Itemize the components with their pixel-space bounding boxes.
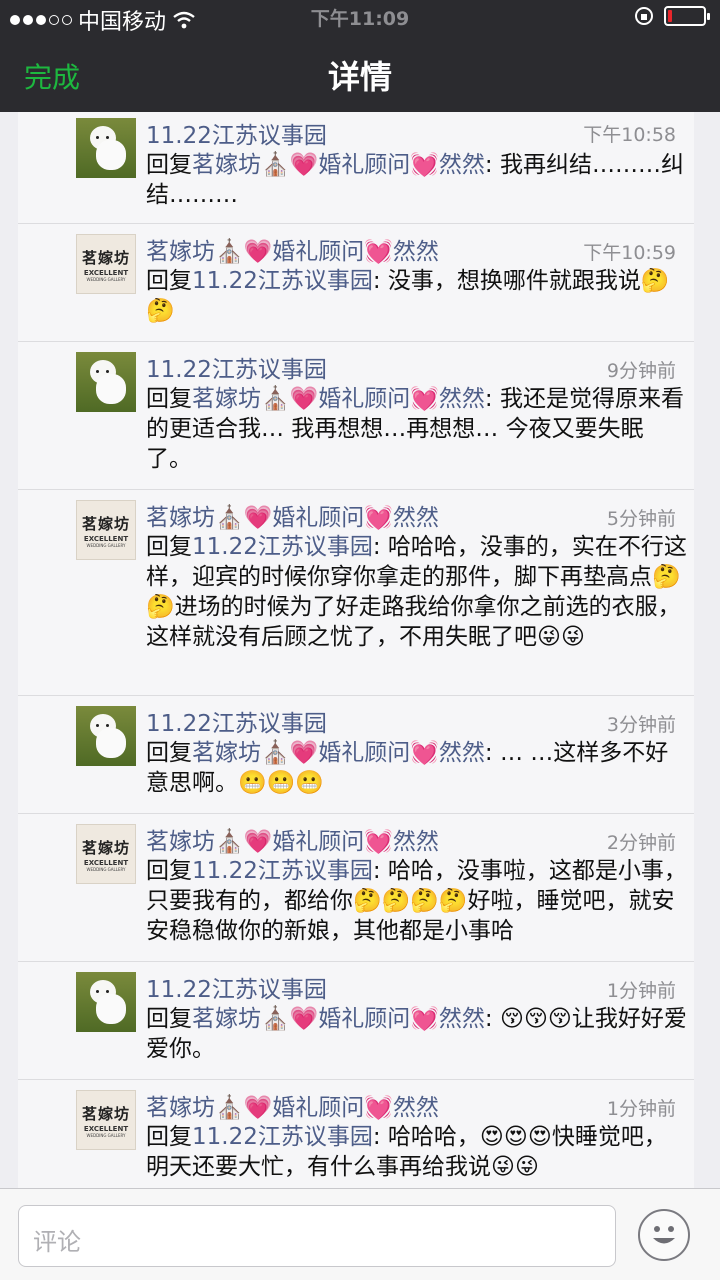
comment-time: 1分钟前 — [606, 1098, 676, 1120]
comment-item: 11.22江苏议事园 9分钟前 回复茗嫁坊⛪💗婚礼顾问💓然然: 我还是觉得原来看… — [18, 342, 694, 490]
comment-input[interactable]: 评论 — [18, 1205, 616, 1267]
comment-text: 回复茗嫁坊⛪💗婚礼顾问💓然然: … …这样多不好意思啊。😬😬😬 — [146, 740, 669, 796]
comment-input-bar: 评论 — [0, 1188, 720, 1280]
commenter-name[interactable]: 茗嫁坊⛪💗婚礼顾问💓然然 — [146, 1088, 439, 1122]
top-bar: 中国移动 下午11:09 完成 详情 — [0, 0, 720, 112]
page-title: 详情 — [327, 58, 392, 96]
comment-item: 茗嫁坊 EXCELLENT WEDDING GALLERY 茗嫁坊⛪💗婚礼顾问💓然然… — [18, 224, 694, 342]
comment-item: 11.22江苏议事园 1分钟前 回复茗嫁坊⛪💗婚礼顾问💓然然: 😚😚😚让我好好爱… — [18, 962, 694, 1080]
reply-target[interactable]: 11.22江苏议事园 — [192, 534, 373, 560]
commenter-name[interactable]: 茗嫁坊⛪💗婚礼顾问💓然然 — [146, 498, 439, 532]
mingjiafang-logo-avatar[interactable]: 茗嫁坊 EXCELLENT WEDDING GALLERY — [76, 1090, 136, 1150]
comment-text: 回复茗嫁坊⛪💗婚礼顾问💓然然: 😚😚😚让我好好爱爱你。 — [146, 1006, 687, 1062]
poodle-avatar[interactable] — [76, 352, 136, 412]
comment-time: 1分钟前 — [606, 980, 676, 1002]
comment-time: 3分钟前 — [606, 714, 676, 736]
comment-text: 回复11.22江苏议事园: 哈哈，没事啦，这都是小事，只要我有的，都给你🤔🤔🤔🤔… — [146, 858, 687, 944]
reply-target[interactable]: 11.22江苏议事园 — [192, 1124, 373, 1150]
reply-target[interactable]: 茗嫁坊⛪💗婚礼顾问💓然然 — [192, 740, 485, 766]
comment-time: 2分钟前 — [606, 832, 676, 854]
commenter-name[interactable]: 11.22江苏议事园 — [146, 970, 327, 1004]
comment-text: 回复11.22江苏议事园: 没事，想换哪件就跟我说🤔🤔 — [146, 268, 670, 324]
poodle-avatar[interactable] — [76, 706, 136, 766]
comment-item: 茗嫁坊 EXCELLENT WEDDING GALLERY 茗嫁坊⛪💗婚礼顾问💓然然… — [18, 1080, 694, 1188]
comment-text: 回复11.22江苏议事园: 哈哈哈，没事的，实在不行这样，迎宾的时候你穿你拿走的… — [146, 534, 687, 650]
comment-text: 回复茗嫁坊⛪💗婚礼顾问💓然然: 我还是觉得原来看的更适合我… 我再想想…再想想…… — [146, 386, 684, 472]
mingjiafang-logo-avatar[interactable]: 茗嫁坊 EXCELLENT WEDDING GALLERY — [76, 500, 136, 560]
reply-target[interactable]: 11.22江苏议事园 — [192, 268, 373, 294]
comment-time: 5分钟前 — [606, 508, 676, 530]
poodle-avatar[interactable] — [76, 118, 136, 178]
nav-bar: 完成 详情 — [0, 36, 720, 112]
reply-target[interactable]: 茗嫁坊⛪💗婚礼顾问💓然然 — [192, 1006, 485, 1032]
battery-icon — [664, 6, 710, 26]
battery-level — [668, 10, 672, 22]
emoji-button[interactable] — [638, 1209, 690, 1261]
orientation-lock-icon — [635, 7, 653, 25]
comment-text: 回复11.22江苏议事园: 哈哈哈，😍😍😍快睡觉吧，明天还要大忙，有什么事再给我… — [146, 1124, 667, 1180]
reply-target[interactable]: 11.22江苏议事园 — [192, 858, 373, 884]
comment-item: 11.22江苏议事园 下午10:58 回复茗嫁坊⛪💗婚礼顾问💓然然: 我再纠结…… — [18, 112, 694, 224]
comment-time: 下午10:59 — [583, 242, 676, 264]
status-time: 下午11:09 — [310, 8, 410, 30]
reply-target[interactable]: 茗嫁坊⛪💗婚礼顾问💓然然 — [192, 386, 485, 412]
commenter-name[interactable]: 11.22江苏议事园 — [146, 704, 327, 738]
commenter-name[interactable]: 11.22江苏议事园 — [146, 350, 327, 384]
commenter-name[interactable]: 茗嫁坊⛪💗婚礼顾问💓然然 — [146, 822, 439, 856]
status-bar: 中国移动 下午11:09 — [0, 0, 720, 36]
mingjiafang-logo-avatar[interactable]: 茗嫁坊 EXCELLENT WEDDING GALLERY — [76, 824, 136, 884]
comment-time: 下午10:58 — [583, 124, 676, 146]
comment-panel: 11.22江苏议事园 下午10:58 回复茗嫁坊⛪💗婚礼顾问💓然然: 我再纠结…… — [18, 112, 694, 1188]
commenter-name[interactable]: 茗嫁坊⛪💗婚礼顾问💓然然 — [146, 232, 439, 266]
comment-item: 11.22江苏议事园 3分钟前 回复茗嫁坊⛪💗婚礼顾问💓然然: … …这样多不好… — [18, 696, 694, 814]
comment-text: 回复茗嫁坊⛪💗婚礼顾问💓然然: 我再纠结………纠结……… — [146, 152, 684, 208]
comment-item: 茗嫁坊 EXCELLENT WEDDING GALLERY 茗嫁坊⛪💗婚礼顾问💓然然… — [18, 814, 694, 962]
comment-time: 9分钟前 — [606, 360, 676, 382]
comment-list-area[interactable]: 11.22江苏议事园 下午10:58 回复茗嫁坊⛪💗婚礼顾问💓然然: 我再纠结…… — [0, 112, 720, 1188]
commenter-name[interactable]: 11.22江苏议事园 — [146, 116, 327, 150]
comment-item: 茗嫁坊 EXCELLENT WEDDING GALLERY 茗嫁坊⛪💗婚礼顾问💓然然… — [18, 490, 694, 696]
mingjiafang-logo-avatar[interactable]: 茗嫁坊 EXCELLENT WEDDING GALLERY — [76, 234, 136, 294]
smiley-icon — [653, 1226, 675, 1244]
poodle-avatar[interactable] — [76, 972, 136, 1032]
reply-target[interactable]: 茗嫁坊⛪💗婚礼顾问💓然然 — [192, 152, 485, 178]
